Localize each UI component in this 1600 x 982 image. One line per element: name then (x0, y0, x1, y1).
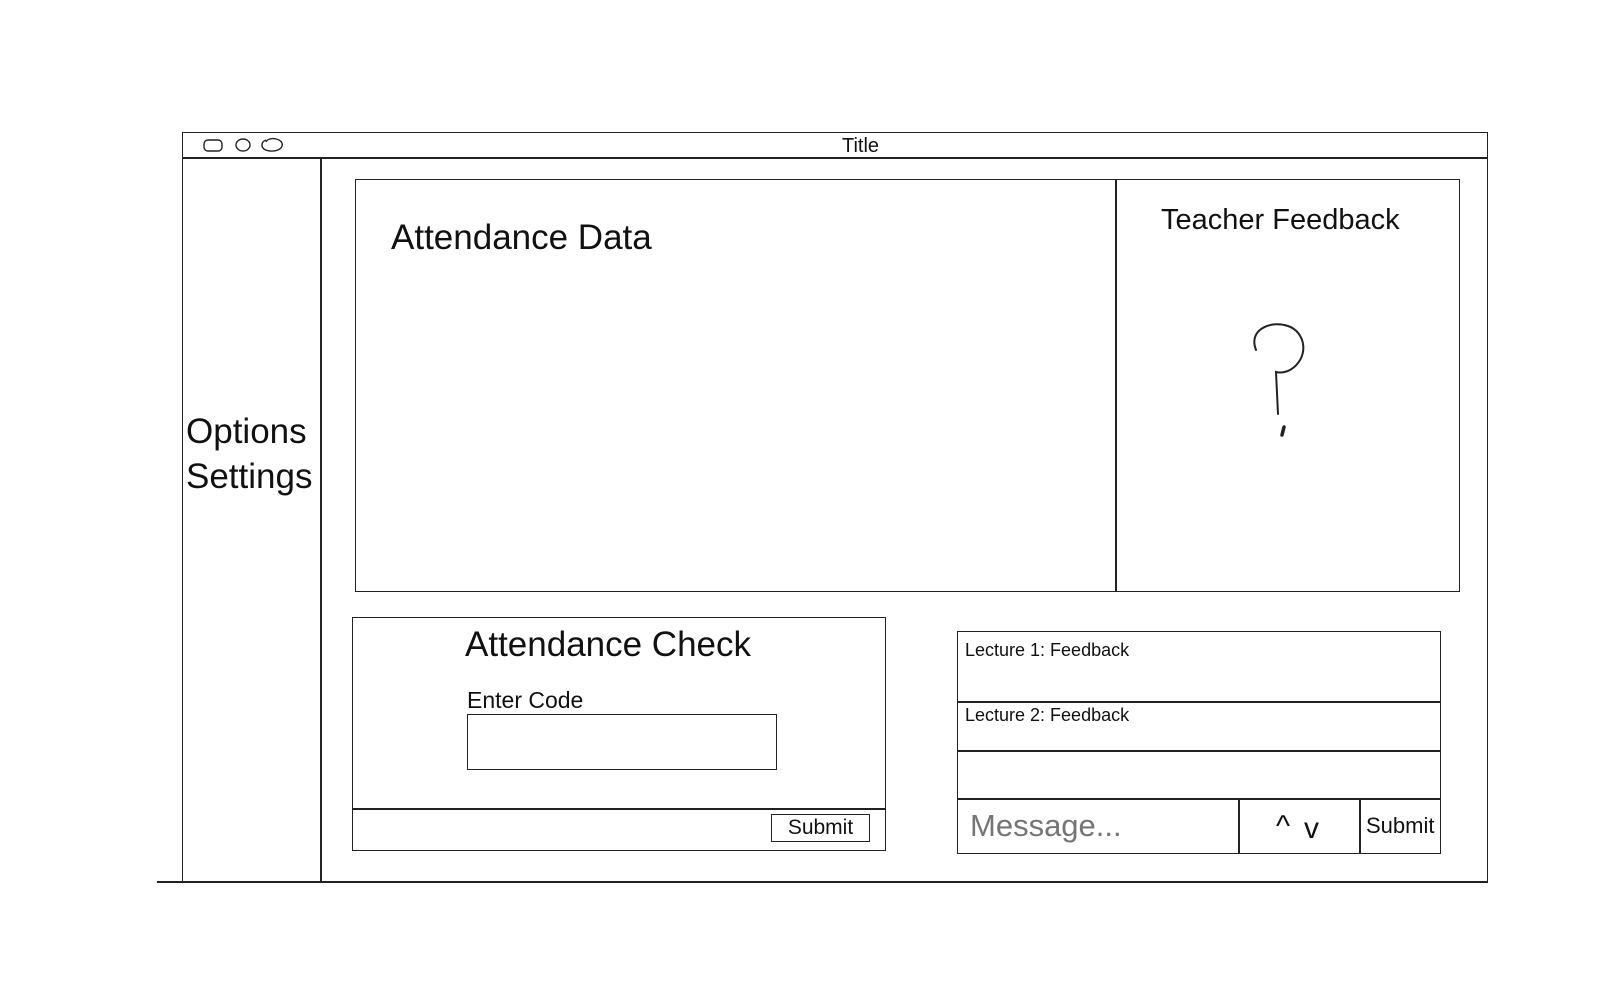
window-title: Title (842, 135, 880, 157)
zoom-control[interactable] (261, 137, 283, 152)
feedback-list-item-2[interactable]: Lecture 2: Feedback (965, 706, 1129, 724)
window-controls (200, 136, 290, 154)
question-mark-icon (1240, 318, 1320, 443)
teacher-feedback-title: Teacher Feedback (1161, 204, 1400, 236)
enter-code-label: Enter Code (467, 687, 584, 713)
vote-submit-divider (1359, 798, 1361, 854)
attendance-check-title: Attendance Check (465, 625, 752, 664)
title-bar-divider (182, 157, 1488, 159)
feedback-list-item-1[interactable]: Lecture 1: Feedback (965, 641, 1129, 659)
vote-down-button[interactable]: v (1304, 814, 1319, 844)
sidebar-divider (320, 157, 322, 883)
attendance-check-footer-divider (352, 808, 886, 810)
vote-up-button[interactable]: ^ (1276, 812, 1290, 842)
message-input[interactable] (970, 804, 1232, 848)
minimize-control[interactable] (235, 138, 251, 152)
sidebar-item-options[interactable]: Options (186, 414, 307, 449)
feedback-message-divider (957, 798, 1441, 800)
attendance-data-title: Attendance Data (391, 218, 652, 257)
top-panel-divider (1115, 179, 1117, 592)
enter-code-input[interactable] (467, 714, 777, 770)
message-vote-divider (1238, 798, 1240, 854)
feedback-row-divider-1 (957, 701, 1441, 703)
window-bottom-edge (157, 881, 1488, 883)
feedback-submit-button[interactable]: Submit (1366, 815, 1434, 837)
close-control[interactable] (203, 139, 223, 152)
sidebar-item-settings[interactable]: Settings (186, 459, 312, 494)
attendance-submit-button[interactable]: Submit (771, 814, 870, 842)
feedback-row-divider-2 (957, 750, 1441, 752)
